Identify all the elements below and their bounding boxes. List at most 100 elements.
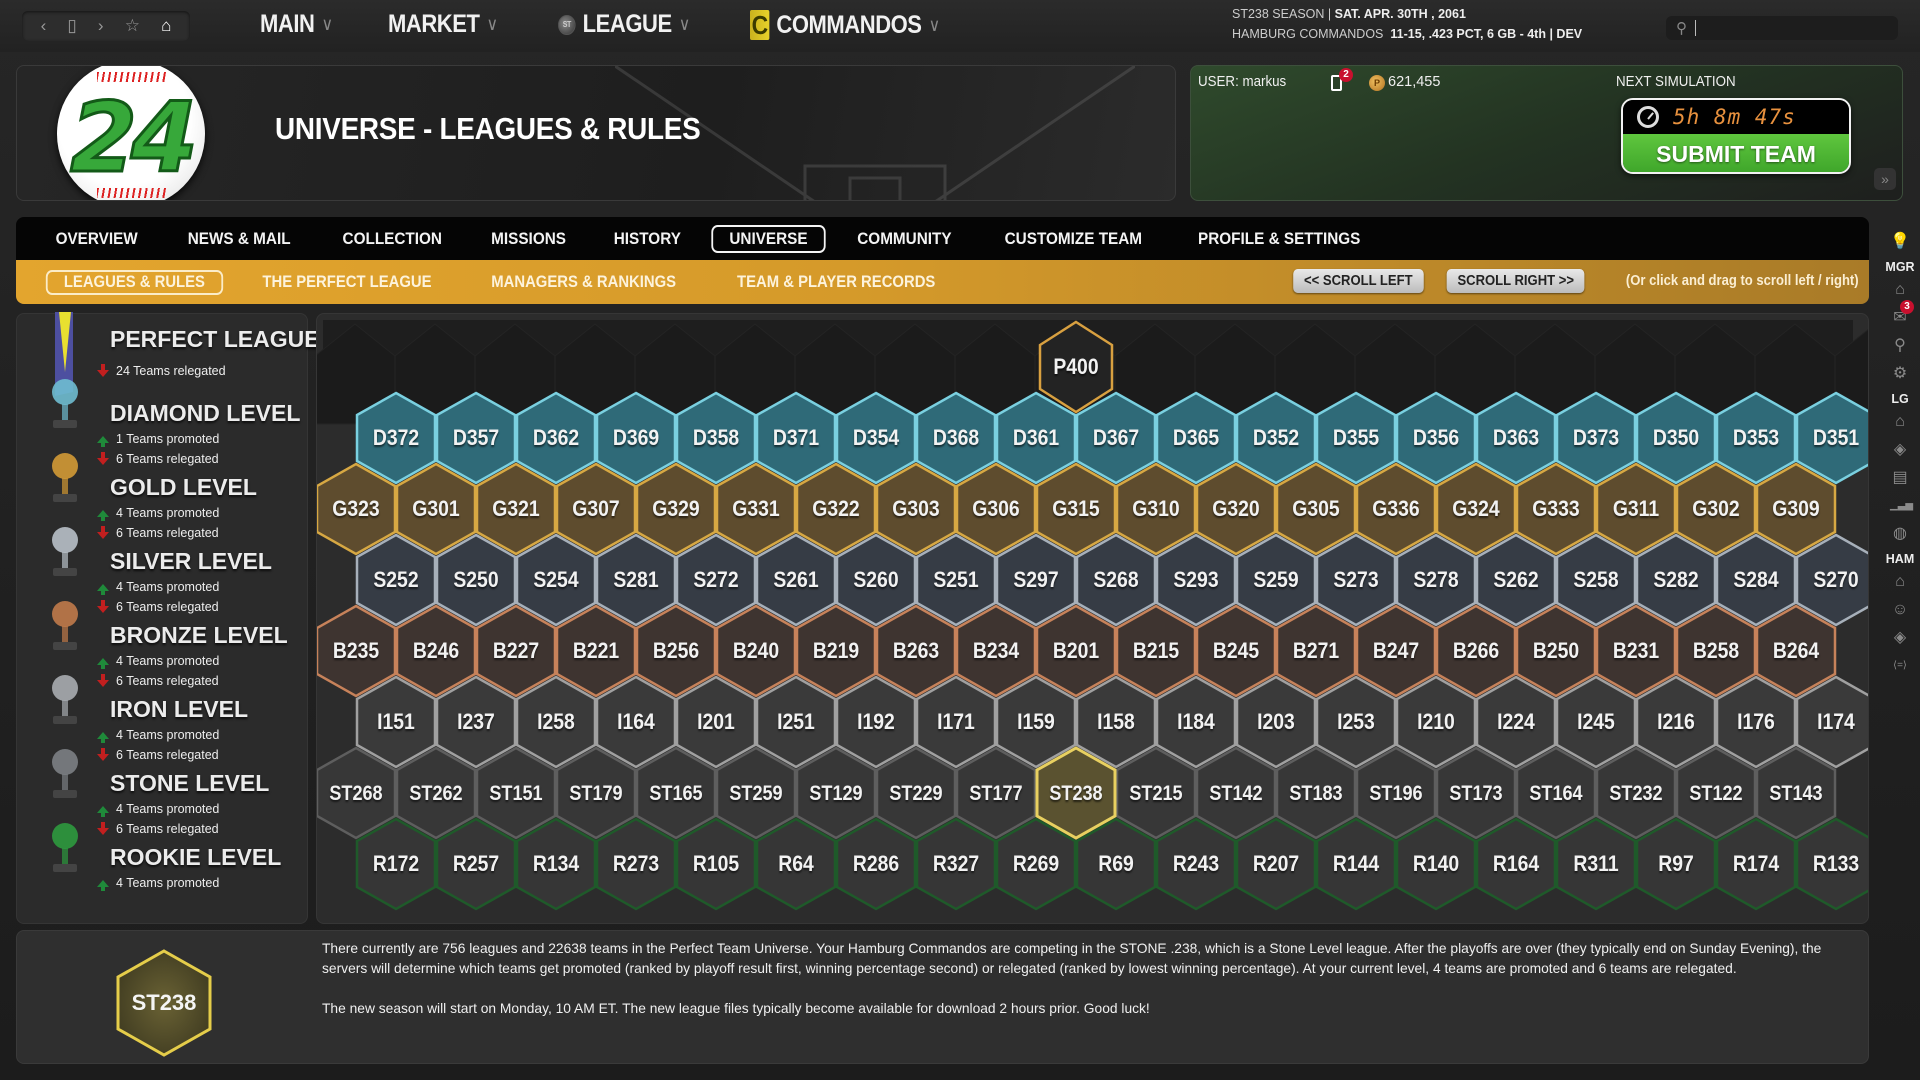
page-title: UNIVERSE - LEAGUES & RULES: [275, 111, 701, 146]
relegated-count: 6 Teams relegated: [97, 526, 219, 540]
subtab-perfect-league[interactable]: THE PERFECT LEAGUE: [244, 270, 449, 295]
menu-league[interactable]: ST LEAGUE ∨: [558, 10, 690, 39]
league-hex-r134[interactable]: R134: [515, 817, 597, 911]
lightbulb-icon[interactable]: 💡: [1890, 230, 1910, 254]
home-icon[interactable]: ⌂: [161, 16, 171, 36]
info-text: There currently are 756 leagues and 2263…: [322, 939, 1862, 1019]
league-hex-label: R174: [1732, 851, 1780, 876]
simulation-widget[interactable]: 5h 8m 47s SUBMIT TEAM: [1621, 98, 1851, 174]
league-hex-r273[interactable]: R273: [595, 817, 677, 911]
league-hex-r257[interactable]: R257: [435, 817, 517, 911]
league-hex-label: R140: [1412, 851, 1460, 876]
relegated-count: 6 Teams relegated: [97, 600, 219, 614]
league-hex-r97[interactable]: R97: [1635, 817, 1717, 911]
league-hex-label: R164: [1492, 851, 1540, 876]
league-hex-r133[interactable]: R133: [1795, 817, 1868, 911]
promoted-count: 4 Teams promoted: [97, 506, 219, 521]
promoted-count: 4 Teams promoted: [97, 876, 219, 891]
league-hex-r164[interactable]: R164: [1475, 817, 1557, 911]
tab-community[interactable]: COMMUNITY: [839, 225, 969, 253]
menu-market-label: MARKET: [388, 10, 480, 38]
mail-icon[interactable]: ✉ 3: [1890, 300, 1914, 330]
level-name: SILVER LEVEL: [110, 548, 272, 574]
back-icon[interactable]: ‹: [41, 16, 47, 36]
home-icon[interactable]: ⌂: [1890, 278, 1910, 302]
menu-main[interactable]: MAIN ∨: [260, 10, 333, 39]
submit-team-button[interactable]: SUBMIT TEAM: [1623, 134, 1849, 172]
level-name: GOLD LEVEL: [110, 474, 257, 500]
promoted-text: 4 Teams promoted: [116, 654, 220, 668]
tab-universe[interactable]: UNIVERSE: [711, 224, 826, 253]
subtab-team-player-records[interactable]: TEAM & PLAYER RECORDS: [719, 270, 953, 295]
coach-icon[interactable]: ☺: [1890, 598, 1910, 622]
sub-nav: LEAGUES & RULES THE PERFECT LEAGUE MANAG…: [16, 260, 1869, 304]
league-hex-r327[interactable]: R327: [915, 817, 997, 911]
relegated-text: 24 Teams relegated: [116, 364, 226, 378]
league-hex-r140[interactable]: R140: [1395, 817, 1477, 911]
forward-icon[interactable]: ›: [98, 16, 104, 36]
diamond-trophy-icon: [52, 379, 78, 428]
league-hex-label: R257: [452, 851, 500, 876]
code-icon[interactable]: ⟨=⟩: [1890, 654, 1910, 678]
promoted-count: 1 Teams promoted: [97, 432, 220, 447]
menu-market[interactable]: MARKET ∨: [388, 10, 498, 39]
league-hex-label: R134: [532, 851, 580, 876]
favorite-icon[interactable]: ☆: [125, 16, 140, 36]
diamond-icon[interactable]: ◈: [1890, 626, 1910, 650]
search-icon[interactable]: ⚲: [1890, 334, 1910, 358]
tab-news-mail[interactable]: NEWS & MAIL: [170, 225, 309, 253]
search-icon[interactable]: ⚲: [1676, 19, 1687, 37]
stopwatch-icon: [1637, 106, 1659, 128]
arrow-down-icon: [97, 674, 109, 687]
league-hex-r64[interactable]: R64: [755, 817, 837, 911]
tab-history[interactable]: HISTORY: [596, 225, 699, 253]
search-input[interactable]: [1695, 20, 1885, 36]
promoted-text: 1 Teams promoted: [116, 432, 220, 446]
logo-number: 24: [69, 81, 200, 196]
scroll-hint: (Or click and drag to scroll left / righ…: [1626, 273, 1859, 289]
id-card-icon[interactable]: ▤: [1890, 466, 1910, 490]
info-paragraph: The new season will start on Monday, 10 …: [322, 1001, 1150, 1016]
league-hex-r207[interactable]: R207: [1235, 817, 1317, 911]
league-hex-r243[interactable]: R243: [1155, 817, 1237, 911]
promoted-text: 4 Teams promoted: [116, 580, 220, 594]
tab-missions[interactable]: MISSIONS: [473, 225, 584, 253]
league-hex-r105[interactable]: R105: [675, 817, 757, 911]
bar-chart-icon[interactable]: ▁▃▅: [1890, 494, 1913, 518]
baseball-icon[interactable]: ◍: [1890, 522, 1910, 546]
countdown-text: 5h 8m 47s: [1673, 105, 1796, 129]
league-hex-r311[interactable]: R311: [1555, 817, 1637, 911]
scroll-left-button[interactable]: << SCROLL LEFT: [1293, 269, 1424, 293]
relegated-count: 24 Teams relegated: [97, 364, 226, 378]
league-hex-r172[interactable]: R172: [355, 817, 437, 911]
league-hex-grid[interactable]: P400 D372 D357 D362 D369 D358 D371 D354 D368 D361…: [316, 313, 1869, 924]
league-hex-st238[interactable]: ST238: [1035, 746, 1117, 840]
arrow-down-icon: [97, 600, 109, 613]
tab-profile-settings[interactable]: PROFILE & SETTINGS: [1180, 225, 1378, 253]
collapse-icon[interactable]: »: [1874, 168, 1896, 190]
tab-collection[interactable]: COLLECTION: [324, 225, 459, 253]
menu-commandos[interactable]: C COMMANDOS ∨: [750, 10, 940, 40]
iron-trophy-icon: [52, 675, 78, 724]
tab-overview[interactable]: OVERVIEW: [38, 225, 156, 253]
league-hex-r174[interactable]: R174: [1715, 817, 1797, 911]
search-box: ⚲: [1666, 16, 1898, 40]
gear-icon[interactable]: ⚙: [1890, 362, 1910, 386]
level-name: ROOKIE LEVEL: [110, 844, 282, 870]
tab-icon[interactable]: ▯: [67, 16, 76, 36]
home-icon[interactable]: ⌂: [1890, 410, 1910, 434]
promoted-count: 4 Teams promoted: [97, 580, 220, 595]
tab-customize-team[interactable]: CUSTOMIZE TEAM: [986, 225, 1159, 253]
league-hex-label: R273: [612, 851, 660, 876]
promoted-text: 4 Teams promoted: [116, 802, 220, 816]
league-hex-r144[interactable]: R144: [1315, 817, 1397, 911]
scroll-right-button[interactable]: SCROLL RIGHT >>: [1446, 269, 1585, 293]
menu-commandos-label: COMMANDOS: [776, 10, 922, 39]
subtab-managers-rankings[interactable]: MANAGERS & RANKINGS: [473, 270, 694, 295]
league-hex-r286[interactable]: R286: [835, 817, 917, 911]
home-icon[interactable]: ⌂: [1890, 570, 1910, 594]
relegated-text: 6 Teams relegated: [116, 748, 219, 762]
logo-stitching: [97, 72, 167, 82]
subtab-leagues-rules[interactable]: LEAGUES & RULES: [45, 269, 223, 295]
diamond-icon[interactable]: ◈: [1890, 438, 1910, 462]
